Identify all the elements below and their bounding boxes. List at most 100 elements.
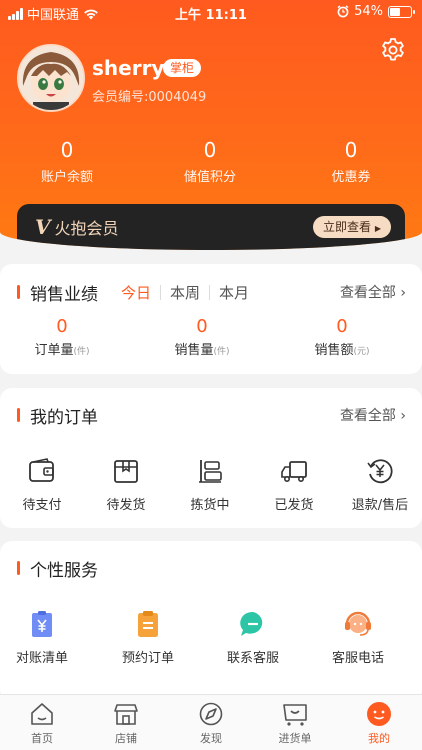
sales-card: 销售业绩 今日 本周 本月 查看全部 › 0 订单量(件) 0 销售量(件) 0… bbox=[0, 264, 422, 374]
role-badge: 掌柜 bbox=[163, 59, 202, 77]
tab-month[interactable]: 本月 bbox=[210, 282, 258, 303]
truck-icon bbox=[281, 461, 307, 482]
metric-value: 0 bbox=[56, 316, 68, 337]
view-all-label: 查看全部 bbox=[339, 408, 396, 424]
compass-icon bbox=[199, 702, 223, 726]
service-reservation[interactable]: 预约订单 bbox=[106, 609, 190, 666]
wallet-icon bbox=[29, 458, 54, 482]
headset-icon bbox=[345, 611, 371, 636]
orders-view-all-link[interactable]: 查看全部 › bbox=[340, 405, 406, 425]
nav-label: 发现 bbox=[200, 732, 222, 745]
order-refund[interactable]: 退款/售后 bbox=[338, 456, 422, 513]
grid-label: 退款/售后 bbox=[351, 498, 409, 513]
order-pending-payment[interactable]: 待支付 bbox=[0, 456, 84, 513]
service-phone[interactable]: 客服电话 bbox=[316, 609, 400, 666]
refund-icon bbox=[367, 459, 393, 484]
nav-home[interactable]: 首页 bbox=[0, 701, 84, 746]
grid-label: 待发货 bbox=[106, 498, 146, 513]
title-marker bbox=[17, 561, 20, 575]
chevron-right-icon: › bbox=[400, 285, 406, 301]
orders-card: 我的订单 查看全部 › 待支付 待发货 拣货中 已发货 退款/售后 bbox=[0, 388, 422, 528]
chat-icon bbox=[240, 611, 263, 636]
metric-value: 0 bbox=[196, 316, 208, 337]
home-icon bbox=[31, 703, 53, 725]
stat-points[interactable]: 0 储值积分 bbox=[150, 138, 270, 185]
grid-label: 联系客服 bbox=[226, 651, 279, 666]
profile-icon bbox=[367, 702, 391, 726]
profile-header: 中国联通 上午 11:11 54% sherry 掌柜 会员编号:0004049… bbox=[0, 0, 422, 250]
stat-coupons[interactable]: 0 优惠券 bbox=[291, 138, 411, 185]
metric-name: 订单量 bbox=[34, 343, 74, 358]
period-tabs: 今日 本周 本月 bbox=[112, 282, 258, 303]
nav-purchase-list[interactable]: 进货单 bbox=[253, 701, 337, 746]
vip-banner[interactable]: V 火抱会员 立即查看 ▶ bbox=[17, 204, 405, 250]
sales-view-all-link[interactable]: 查看全部 › bbox=[340, 282, 406, 302]
service-contact[interactable]: 联系客服 bbox=[211, 609, 295, 666]
metric-name: 销售额 bbox=[314, 343, 354, 358]
order-shipped[interactable]: 已发货 bbox=[252, 456, 336, 513]
stat-value: 0 bbox=[344, 138, 358, 162]
nav-discover[interactable]: 发现 bbox=[169, 701, 253, 746]
grid-label: 预约订单 bbox=[121, 651, 174, 666]
nav-mine[interactable]: 我的 bbox=[337, 701, 421, 746]
chevron-right-icon: › bbox=[400, 408, 406, 424]
metric-value: 0 bbox=[336, 316, 348, 337]
battery-icon bbox=[388, 5, 415, 18]
vip-logo: V 火抱会员 bbox=[35, 215, 119, 239]
bottom-tab-bar: 首页 店铺 发现 进货单 我的 bbox=[0, 694, 422, 750]
metric-label: 销售额(元) bbox=[272, 339, 412, 358]
metric-order-count: 0 订单量(件) bbox=[0, 316, 132, 358]
order-pending-shipment[interactable]: 待发货 bbox=[84, 456, 168, 513]
tab-today[interactable]: 今日 bbox=[112, 282, 160, 303]
metric-sales-amount: 0 销售额(元) bbox=[272, 316, 412, 358]
metric-unit: (元) bbox=[353, 347, 370, 357]
stat-balance[interactable]: 0 账户余额 bbox=[7, 138, 127, 185]
member-id: 会员编号:0004049 bbox=[92, 90, 207, 105]
vip-logo-mark: V bbox=[35, 215, 51, 239]
stat-value: 0 bbox=[203, 138, 217, 162]
alarm-icon bbox=[337, 5, 349, 18]
avatar[interactable] bbox=[17, 44, 85, 112]
tab-week[interactable]: 本周 bbox=[161, 282, 209, 303]
picking-icon bbox=[199, 460, 222, 483]
services-title: 个性服务 bbox=[30, 561, 98, 581]
grid-label: 拣货中 bbox=[190, 498, 230, 513]
nav-label: 店铺 bbox=[115, 732, 137, 745]
vip-view-label: 立即查看 bbox=[323, 220, 372, 234]
title-marker bbox=[17, 285, 20, 299]
nav-label: 我的 bbox=[368, 732, 390, 745]
metric-sales-volume: 0 销售量(件) bbox=[132, 316, 272, 358]
grid-label: 待支付 bbox=[22, 498, 62, 513]
box-icon bbox=[114, 460, 138, 483]
orders-title: 我的订单 bbox=[30, 408, 98, 428]
sales-title: 销售业绩 bbox=[30, 285, 98, 305]
status-bar: 中国联通 上午 11:11 54% bbox=[0, 0, 422, 24]
play-arrow-icon: ▶ bbox=[374, 224, 381, 233]
grid-label: 对账清单 bbox=[15, 651, 68, 666]
metric-unit: (件) bbox=[73, 347, 90, 357]
nav-label: 进货单 bbox=[278, 732, 312, 745]
settings-gear-icon[interactable] bbox=[380, 37, 406, 63]
view-all-label: 查看全部 bbox=[339, 285, 396, 301]
stat-label: 储值积分 bbox=[183, 170, 236, 185]
grid-label: 已发货 bbox=[274, 498, 314, 513]
battery-percent: 54% bbox=[354, 4, 383, 19]
statement-icon bbox=[32, 611, 52, 637]
nav-label: 首页 bbox=[31, 732, 53, 745]
store-icon bbox=[114, 704, 138, 725]
metric-label: 销售量(件) bbox=[132, 339, 272, 358]
services-card: 个性服务 对账清单 预约订单 联系客服 客服电话 bbox=[0, 541, 422, 701]
user-name: sherry bbox=[92, 56, 165, 80]
service-statement[interactable]: 对账清单 bbox=[0, 609, 84, 666]
grid-label: 客服电话 bbox=[331, 651, 384, 666]
vip-logo-text: 火抱会员 bbox=[54, 219, 119, 238]
stat-label: 账户余额 bbox=[40, 170, 93, 185]
stat-label: 优惠券 bbox=[331, 170, 371, 185]
metric-unit: (件) bbox=[213, 347, 230, 357]
metric-label: 订单量(件) bbox=[0, 339, 132, 358]
order-picking[interactable]: 拣货中 bbox=[168, 456, 252, 513]
nav-store[interactable]: 店铺 bbox=[84, 701, 168, 746]
cart-icon bbox=[283, 704, 307, 726]
avatar-image bbox=[19, 46, 83, 110]
vip-view-button[interactable]: 立即查看 ▶ bbox=[313, 216, 391, 238]
